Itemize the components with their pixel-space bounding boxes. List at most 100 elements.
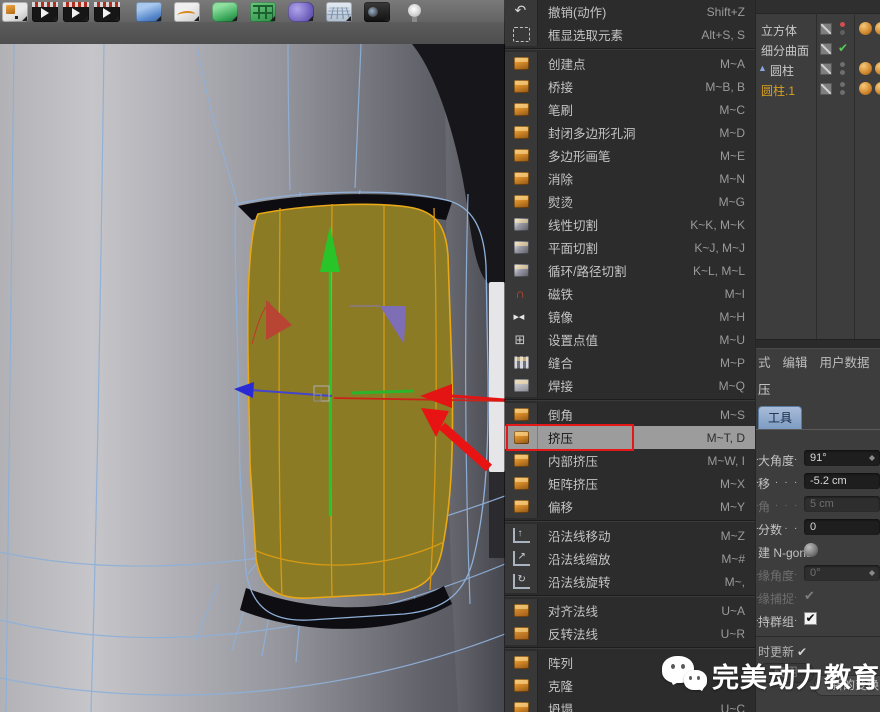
menu-item-shortcut: K~K, M~K [690, 218, 745, 232]
menu-item-iron[interactable]: 熨烫 M~G [505, 190, 755, 213]
tab-userdata[interactable]: 用户数据 [820, 352, 870, 371]
menu-item-shortcut: K~L, M~L [693, 264, 745, 278]
light-icon[interactable] [402, 2, 428, 22]
bridge-icon [514, 80, 529, 93]
enabled-check-icon[interactable]: ✔ [838, 41, 848, 55]
menu-item-clone[interactable]: 克隆 [505, 674, 755, 697]
generator-icon[interactable] [250, 2, 276, 22]
menu-item-brush[interactable]: 笔刷 M~C [505, 98, 755, 121]
render-picture-viewer-icon[interactable] [63, 2, 89, 22]
tab-mode[interactable]: 式 [758, 352, 771, 371]
visibility-dot[interactable] [840, 22, 845, 27]
check-icon[interactable]: ✔ [804, 588, 815, 604]
material-tag-icon[interactable] [875, 22, 880, 35]
menu-item-bevel[interactable]: 倒角 M~S [505, 403, 755, 426]
menu-item-inner-extrude[interactable]: 内部挤压 M~W, I [505, 449, 755, 472]
object-row-圆柱[interactable]: ▲ 圆柱 [756, 59, 880, 79]
menu-item-close-polygon-hole[interactable]: 封闭多边形孔洞 M~D [505, 121, 755, 144]
visibility-dot[interactable] [840, 90, 845, 95]
material-tag-icon[interactable] [875, 82, 880, 95]
material-tag-icon[interactable] [859, 22, 872, 35]
new-transform-button[interactable]: 新的变换 [814, 675, 880, 696]
background-dark-sliver [489, 472, 505, 558]
visibility-toggle[interactable] [820, 83, 832, 95]
visibility-toggle[interactable] [820, 23, 832, 35]
spinner-arrows-icon[interactable] [868, 452, 876, 464]
gizmo-plane-handle-green[interactable] [352, 391, 414, 393]
viewport-scene[interactable] [0, 44, 505, 712]
menu-item-array[interactable]: 阵列 [505, 651, 755, 674]
menu-item-label: 消除 [548, 169, 573, 188]
menu-item-create-point[interactable]: 创建点 M~A [505, 52, 755, 75]
attribute-field[interactable]: 0 [804, 519, 880, 535]
background-white-sliver [489, 282, 505, 472]
menu-item-set-point-value[interactable]: 设置点值 M~U [505, 328, 755, 351]
spinner-arrows-icon[interactable] [868, 567, 876, 579]
sphere-toggle[interactable] [804, 543, 818, 557]
object-row-圆柱.1[interactable]: 圆柱.1 [756, 79, 880, 99]
viewport[interactable] [0, 22, 505, 712]
visibility-dot[interactable] [840, 70, 845, 75]
reverse-normals-icon [514, 627, 529, 640]
spline-pen-icon[interactable] [174, 2, 200, 22]
menu-item-shortcut: M~T, D [707, 431, 745, 445]
object-row-细分曲面[interactable]: 细分曲面 ✔ [756, 39, 880, 59]
material-tag-icon[interactable] [875, 62, 880, 75]
menu-item-align-normals[interactable]: 对齐法线 U~A [505, 599, 755, 622]
menu-item-extrude[interactable]: 挤压 M~T, D [505, 426, 755, 449]
menu-item-label: 克隆 [548, 676, 573, 695]
menu-item-smooth-shift[interactable]: 偏移 M~Y [505, 495, 755, 518]
tab-tool[interactable]: 工具 [758, 406, 802, 429]
menu-item-mirror[interactable]: 镜像 M~H [505, 305, 755, 328]
menu-item-collapse[interactable]: 坍塌 U~C [505, 697, 755, 712]
checkbox[interactable]: ✔ [804, 612, 817, 625]
menu-item-dissolve[interactable]: 消除 M~N [505, 167, 755, 190]
scale-along-normals-icon [513, 551, 530, 566]
attribute-field[interactable]: -5.2 cm [804, 473, 880, 489]
menu-item-plane-cut[interactable]: 平面切割 K~J, M~J [505, 236, 755, 259]
loop-path-cut-icon [514, 264, 529, 277]
deformer-icon[interactable] [288, 2, 314, 22]
menu-item-line-cut[interactable]: 线性切割 K~K, M~K [505, 213, 755, 236]
menu-item-undo[interactable]: 撤销(动作) Shift+Z [505, 0, 755, 23]
menu-item-label: 沿法线旋转 [548, 572, 611, 591]
visibility-toggle[interactable] [820, 63, 832, 75]
apply-button[interactable]: 应用 [758, 663, 814, 683]
menu-item-bridge[interactable]: 桥接 M~B, B [505, 75, 755, 98]
realtime-update-row[interactable]: 时更新✔ [758, 643, 807, 660]
menu-item-shortcut: M~G [719, 195, 745, 209]
menu-item-frame-selection[interactable]: 框显选取元素 Alt+S, S [505, 23, 755, 46]
menu-item-rotate-along-normals[interactable]: 沿法线旋转 M~, [505, 570, 755, 593]
visibility-toggle[interactable] [820, 43, 832, 55]
attribute-field[interactable]: 5 cm [804, 496, 880, 512]
cube-primitive-icon[interactable] [136, 2, 162, 22]
menu-item-move-along-normals[interactable]: 沿法线移动 M~Z [505, 524, 755, 547]
menu-item-scale-along-normals[interactable]: 沿法线缩放 M~# [505, 547, 755, 570]
menu-item-shortcut: K~J, M~J [694, 241, 745, 255]
render-settings-icon[interactable] [94, 2, 120, 22]
plane-cut-icon [514, 241, 529, 254]
attribute-row-角: . . . . . . . . . . . . 角 5 cm [756, 494, 880, 517]
render-view-icon[interactable] [32, 2, 58, 22]
menu-item-label: 挤压 [548, 428, 573, 447]
visibility-dot[interactable] [840, 82, 845, 87]
tab-edit[interactable]: 编辑 [783, 352, 808, 371]
material-tag-icon[interactable] [859, 62, 872, 75]
menu-item-shortcut: M~A [720, 57, 745, 71]
menu-item-weld[interactable]: 焊接 M~Q [505, 374, 755, 397]
menu-item-stitch[interactable]: 缝合 M~P [505, 351, 755, 374]
visibility-dot[interactable] [840, 62, 845, 67]
object-row-立方体[interactable]: 立方体 [756, 19, 880, 39]
menu-item-loop-path-cut[interactable]: 循环/路径切割 K~L, M~L [505, 259, 755, 282]
menu-item-reverse-normals[interactable]: 反转法线 U~R [505, 622, 755, 645]
menu-item-matrix-extrude[interactable]: 矩阵挤压 M~X [505, 472, 755, 495]
menu-item-polygon-pen[interactable]: 多边形画笔 M~E [505, 144, 755, 167]
subdivision-surface-icon[interactable] [212, 2, 238, 22]
axis-workplane-icon[interactable] [2, 2, 28, 22]
visibility-dot[interactable] [840, 30, 845, 35]
material-tag-icon[interactable] [859, 82, 872, 95]
camera-icon[interactable] [364, 2, 390, 22]
extrude-icon [514, 431, 529, 444]
menu-item-magnet[interactable]: 磁铁 M~I [505, 282, 755, 305]
floor-environment-icon[interactable] [326, 2, 352, 22]
